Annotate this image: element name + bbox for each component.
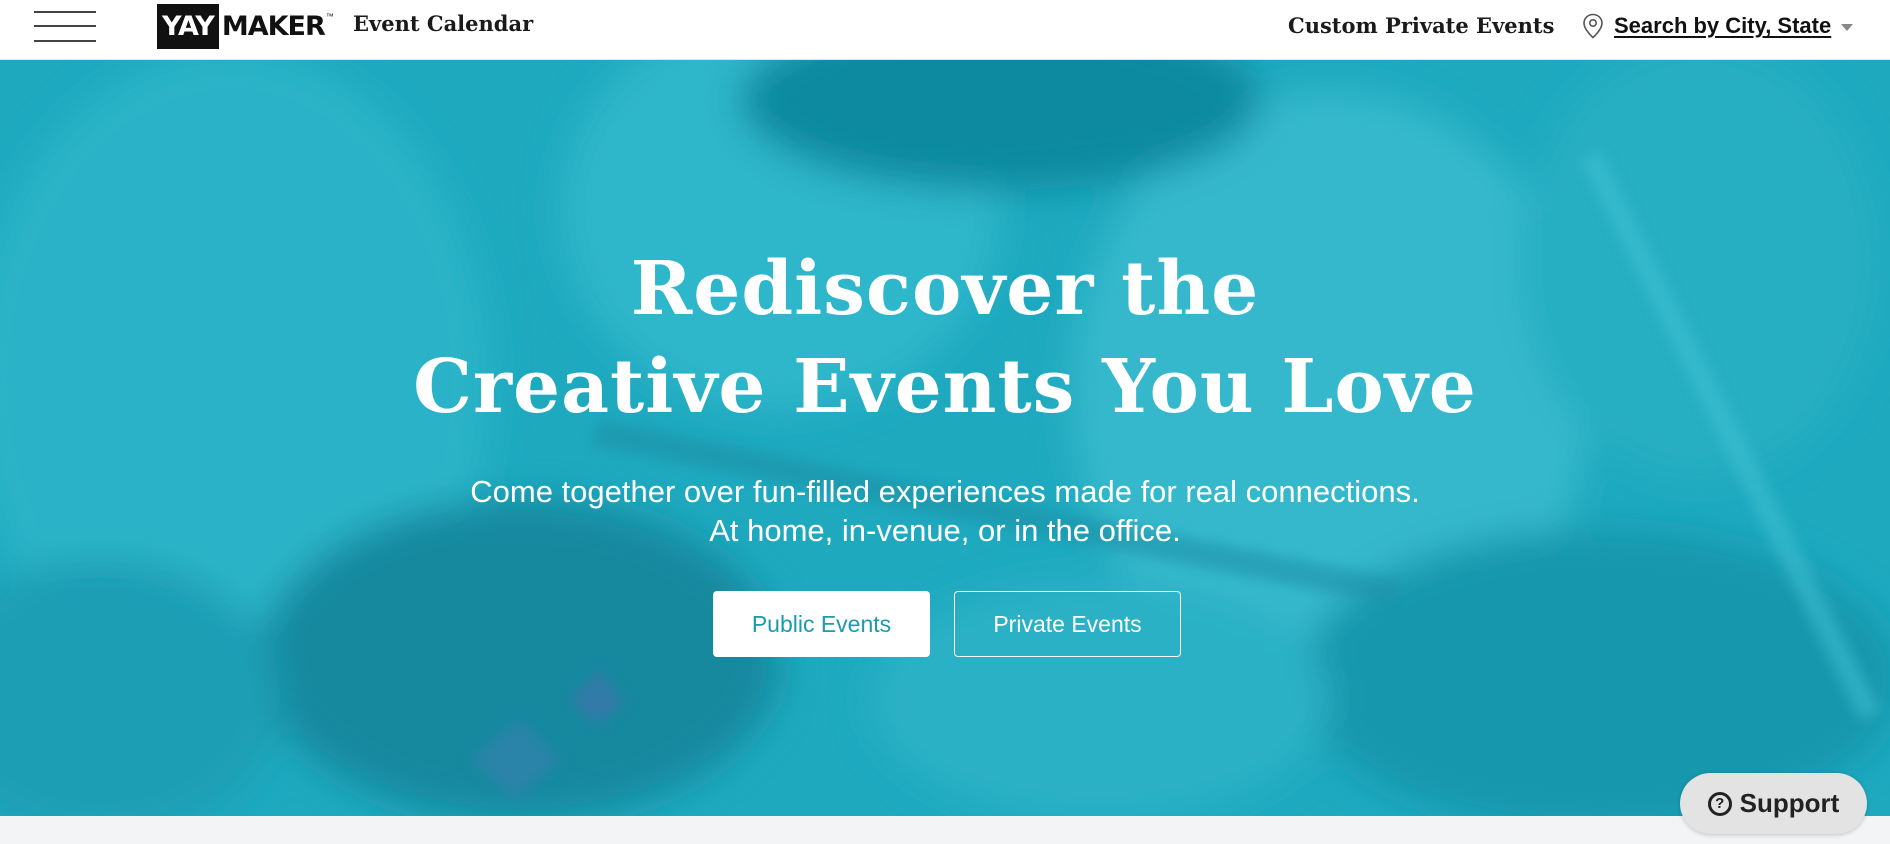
location-search-label[interactable]: Search by City, State (1614, 13, 1831, 39)
support-button[interactable]: ? Support (1680, 773, 1867, 834)
public-events-button[interactable]: Public Events (713, 591, 930, 657)
caret-down-icon[interactable] (1841, 23, 1854, 31)
hero-subtitle: Come together over fun-filled experience… (0, 472, 1890, 550)
support-label: Support (1739, 788, 1840, 818)
hero-title-line1: Rediscover the (630, 246, 1260, 332)
hero-subtitle-line1: Come together over fun-filled experience… (470, 474, 1420, 509)
logo-trademark: ™ (325, 12, 334, 21)
map-pin-icon (1583, 13, 1603, 39)
location-selector[interactable]: Search by City, State (1582, 13, 1854, 39)
hero-banner: Rediscover the Creative Events You Love … (0, 60, 1890, 816)
hero-title: Rediscover the Creative Events You Love (0, 240, 1890, 436)
question-circle-icon: ? (1707, 791, 1732, 816)
hero-background-photo (0, 60, 1890, 816)
nav-event-calendar[interactable]: Event Calendar (353, 11, 533, 36)
logo-yay-box: YAY (157, 4, 219, 49)
nav-custom-private-events[interactable]: Custom Private Events (1288, 13, 1554, 38)
site-header: YAY MAKER ™ Event Calendar Custom Privat… (0, 0, 1890, 60)
private-events-button[interactable]: Private Events (954, 591, 1181, 657)
hamburger-menu-icon[interactable] (34, 8, 96, 44)
hero-title-line2: Creative Events You Love (413, 344, 1477, 430)
yaymaker-logo[interactable]: YAY MAKER ™ (157, 4, 334, 49)
hero-subtitle-line2: At home, in-venue, or in the office. (709, 513, 1181, 548)
logo-maker-text: MAKER (221, 11, 326, 42)
